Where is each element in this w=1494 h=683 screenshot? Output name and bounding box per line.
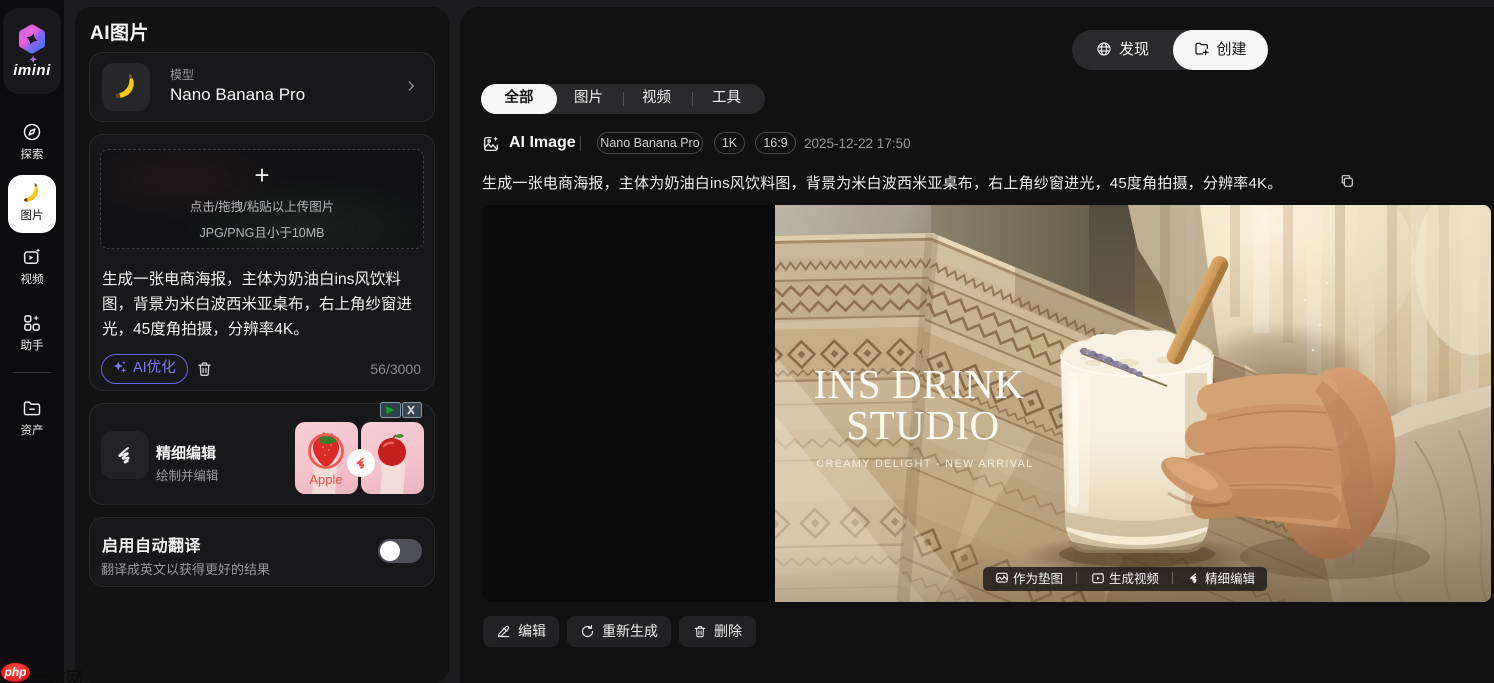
svg-text:Apple: Apple	[309, 472, 342, 487]
